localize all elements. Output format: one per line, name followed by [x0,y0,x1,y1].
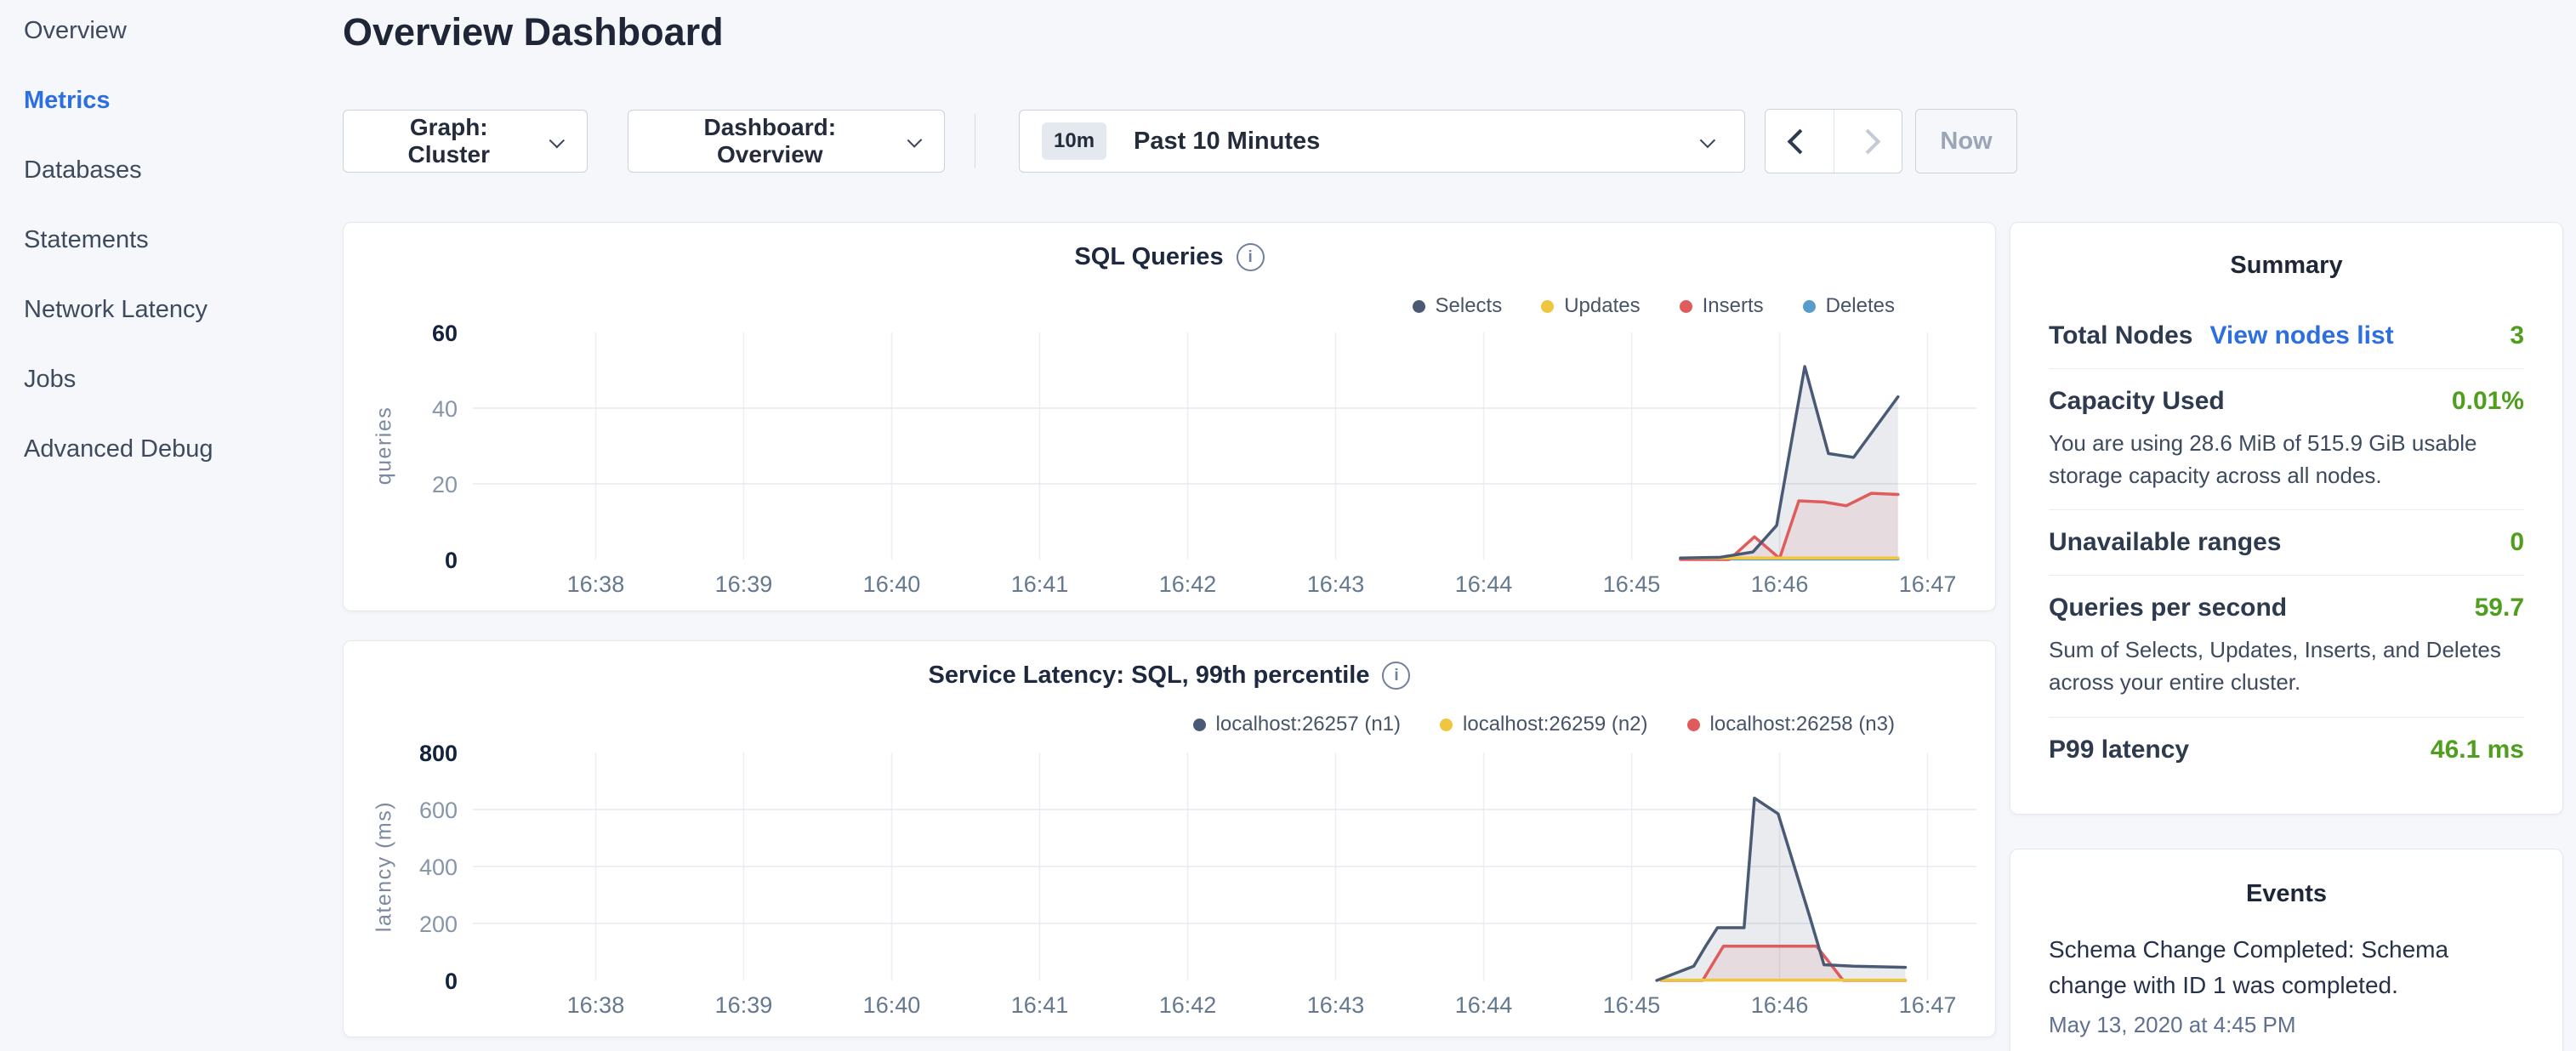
svg-text:800: 800 [419,741,458,766]
svg-text:16:43: 16:43 [1307,992,1365,1018]
svg-text:60: 60 [432,321,458,346]
events-list: Schema Change Completed: Schema change w… [2049,932,2524,1038]
event-timestamp: May 13, 2020 at 4:45 PM [2049,1012,2524,1038]
svg-text:16:44: 16:44 [1455,992,1513,1018]
svg-text:16:47: 16:47 [1899,992,1957,1018]
svg-text:16:45: 16:45 [1603,571,1661,597]
event-item[interactable]: Schema Change Completed: Schema change w… [2049,932,2524,1038]
summary-row-label: Capacity Used [2049,387,2225,416]
svg-text:16:42: 16:42 [1159,992,1217,1018]
svg-text:0: 0 [445,969,458,994]
summary-row-value: 59.7 [2475,594,2524,622]
summary-row: Queries per second 59.7 Sum of Selects, Up… [2049,575,2524,716]
sidebar-item-databases[interactable]: Databases [24,153,336,187]
chevron-right-icon [1856,128,1881,154]
summary-row: Total Nodes View nodes list 3 [2049,304,2524,368]
summary-row-description: You are using 28.6 MiB of 515.9 GiB usab… [2049,428,2524,491]
summary-row-label: Unavailable ranges [2049,528,2281,557]
service-latency-chart: 16:38 16:39 16:40 16:41 16:42 16:43 16:44 16:45… [344,641,1997,1038]
summary-row-value: 46.1 ms [2431,736,2524,764]
summary-row-label: P99 latency [2049,736,2189,764]
summary-row-head: P99 latency 46.1 ms [2049,736,2524,764]
app-root: Overview Metrics Databases Statements Networ… [0,0,2576,1051]
graph-dropdown-label: Graph: Cluster [369,114,528,168]
event-message: Schema Change Completed: Schema change w… [2049,932,2524,1003]
svg-text:200: 200 [419,912,458,937]
sql-queries-chart: 16:38 16:39 16:40 16:41 16:42 16:43 16:44 16:45… [344,223,1997,612]
summary-row-value: 0 [2510,528,2524,557]
now-button[interactable]: Now [1915,109,2017,173]
svg-text:16:46: 16:46 [1751,992,1809,1018]
time-range-label: Past 10 Minutes [1134,128,1320,156]
summary-row-head: Queries per second 59.7 [2049,594,2524,622]
summary-row-label: Total Nodes [2049,321,2192,350]
summary-row-head: Capacity Used 0.01% [2049,387,2524,416]
page-title: Overview Dashboard [343,10,724,54]
time-range-dropdown[interactable]: 10m Past 10 Minutes [1019,110,1745,173]
summary-row-description: Sum of Selects, Updates, Inserts, and De… [2049,634,2524,698]
svg-text:16:43: 16:43 [1307,571,1365,597]
summary-title: Summary [2049,252,2524,280]
chevron-left-icon [1787,128,1812,154]
events-panel: Events Schema Change Completed: Schema c… [2010,849,2563,1051]
time-back-button[interactable] [1766,110,1834,173]
sidebar-item-jobs[interactable]: Jobs [24,362,336,396]
svg-text:16:41: 16:41 [1011,571,1069,597]
svg-text:16:47: 16:47 [1899,571,1957,597]
summary-row-value: 0.01% [2452,387,2524,416]
svg-text:600: 600 [419,798,458,823]
sidebar-item-network-latency[interactable]: Network Latency [24,293,336,327]
dashboard-dropdown-label: Dashboard: Overview [654,114,886,168]
svg-text:16:38: 16:38 [567,992,625,1018]
time-range-pager [1765,109,1902,173]
sidebar-item-overview[interactable]: Overview [24,14,336,48]
svg-text:16:39: 16:39 [715,571,773,597]
time-range-badge: 10m [1042,122,1106,160]
svg-text:16:39: 16:39 [715,992,773,1018]
svg-text:16:42: 16:42 [1159,571,1217,597]
chevron-down-icon [549,133,565,148]
summary-panel: Summary Total Nodes View nodes list 3 Capac… [2010,222,2563,815]
summary-row-head: Total Nodes View nodes list 3 [2049,321,2524,350]
time-forward-button[interactable] [1834,110,1902,173]
sidebar-item-metrics[interactable]: Metrics [24,83,336,117]
summary-row-label: Queries per second [2049,594,2287,622]
svg-text:400: 400 [419,855,458,880]
sidebar-item-statements[interactable]: Statements [24,223,336,257]
svg-text:20: 20 [432,472,458,497]
sidebar: Overview Metrics Databases Statements Networ… [0,0,336,502]
svg-text:16:41: 16:41 [1011,992,1069,1018]
svg-text:16:44: 16:44 [1455,571,1513,597]
summary-row: P99 latency 46.1 ms [2049,717,2524,782]
summary-rows: Total Nodes View nodes list 3 Capacity Used… [2049,304,2524,782]
sidebar-item-advanced-debug[interactable]: Advanced Debug [24,432,336,466]
summary-row-value: 3 [2510,321,2524,350]
summary-row: Capacity Used 0.01% You are using 28.6 MiB… [2049,368,2524,509]
svg-text:16:45: 16:45 [1603,992,1661,1018]
chevron-down-icon [1700,132,1715,147]
toolbar: Graph: Cluster Dashboard: Overview 10m P… [343,110,2017,173]
summary-row: Unavailable ranges 0 [2049,509,2524,575]
svg-text:16:38: 16:38 [567,571,625,597]
svg-text:16:40: 16:40 [863,571,921,597]
service-latency-chart-card: Service Latency: SQL, 99th percentile i … [343,640,1996,1037]
summary-row-head: Unavailable ranges 0 [2049,528,2524,557]
view-nodes-list-link[interactable]: View nodes list [2209,321,2393,350]
dashboard-dropdown[interactable]: Dashboard: Overview [628,110,945,173]
svg-text:0: 0 [445,548,458,573]
svg-text:40: 40 [432,396,458,422]
events-title: Events [2049,880,2524,908]
chevron-down-icon [907,133,922,148]
svg-text:16:40: 16:40 [863,992,921,1018]
graph-dropdown[interactable]: Graph: Cluster [343,110,588,173]
svg-text:16:46: 16:46 [1751,571,1809,597]
sql-queries-chart-card: SQL Queries i SelectsUpdatesInsertsDelet… [343,222,1996,611]
